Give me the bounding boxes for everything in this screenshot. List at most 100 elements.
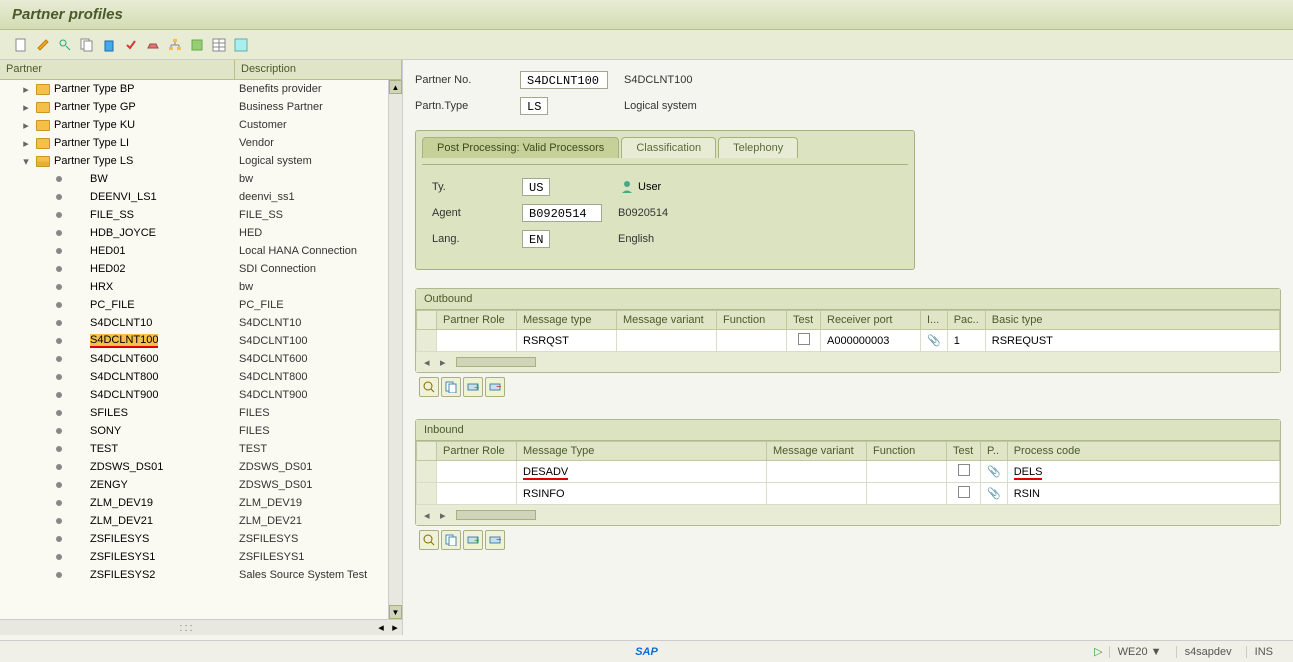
tree-item-row[interactable]: HRX bw: [0, 278, 388, 296]
expander-icon[interactable]: ▸: [20, 101, 32, 114]
tree-type-row[interactable]: ▸ Partner Type GP Business Partner: [0, 98, 388, 116]
row-selector[interactable]: [417, 461, 437, 483]
tree-type-row[interactable]: ▸ Partner Type KU Customer: [0, 116, 388, 134]
tree-type-row[interactable]: ▸ Partner Type BP Benefits provider: [0, 80, 388, 98]
outbound-col-variant[interactable]: Message variant: [617, 311, 717, 330]
inbound-col-function[interactable]: Function: [867, 442, 947, 461]
expander-icon[interactable]: ▸: [20, 137, 32, 150]
tree-item-row[interactable]: ZSFILESYS2 Sales Source System Test: [0, 566, 388, 584]
tree-item-row[interactable]: HED02 SDI Connection: [0, 260, 388, 278]
tree-item-row[interactable]: BW bw: [0, 170, 388, 188]
cell-variant[interactable]: [617, 330, 717, 352]
tree-item-row[interactable]: S4DCLNT600 S4DCLNT600: [0, 350, 388, 368]
cell-basic[interactable]: RSREQUST: [985, 330, 1279, 352]
outbound-col-msgtype[interactable]: Message type: [517, 311, 617, 330]
edit-icon[interactable]: [34, 36, 52, 54]
hscroll-left-icon[interactable]: ◂: [374, 621, 388, 635]
cell-function[interactable]: [717, 330, 787, 352]
cell-function[interactable]: [867, 461, 947, 483]
tree-item-row[interactable]: HDB_JOYCE HED: [0, 224, 388, 242]
cell-role[interactable]: [437, 330, 517, 352]
remove-row-icon[interactable]: −: [485, 530, 505, 550]
tree-item-row[interactable]: FILE_SS FILE_SS: [0, 206, 388, 224]
tree-vscroll[interactable]: ▲ ▼: [388, 80, 402, 619]
layout-icon[interactable]: [232, 36, 250, 54]
cell-role[interactable]: [437, 461, 517, 483]
row-selector[interactable]: [417, 330, 437, 352]
cell-function[interactable]: [867, 483, 947, 505]
play-icon[interactable]: ▷: [1094, 645, 1102, 658]
inbound-col-msgtype[interactable]: Message Type: [517, 442, 767, 461]
cell-role[interactable]: [437, 483, 517, 505]
status-tcode[interactable]: WE20 ▼: [1109, 646, 1170, 658]
scroll-left-icon[interactable]: ◂: [424, 509, 436, 521]
agent-input[interactable]: B0920514: [522, 204, 602, 222]
remove-row-icon[interactable]: −: [485, 377, 505, 397]
export-icon[interactable]: [188, 36, 206, 54]
outbound-col-pac[interactable]: Pac..: [947, 311, 985, 330]
tab-classification[interactable]: Classification: [621, 137, 716, 158]
scroll-up-icon[interactable]: ▲: [389, 80, 402, 94]
tree-item-row[interactable]: S4DCLNT10 S4DCLNT10: [0, 314, 388, 332]
detail-icon[interactable]: [419, 530, 439, 550]
outbound-col-function[interactable]: Function: [717, 311, 787, 330]
attach-icon[interactable]: 📎: [981, 461, 1008, 483]
tree-item-row[interactable]: ZSFILESYS ZSFILESYS: [0, 530, 388, 548]
expander-icon[interactable]: ▸: [20, 83, 32, 96]
outbound-scroll[interactable]: ◂ ▸: [416, 352, 1280, 372]
cell-test[interactable]: [947, 461, 981, 483]
cell-port[interactable]: A000000003: [821, 330, 921, 352]
tree-item-row[interactable]: ZLM_DEV19 ZLM_DEV19: [0, 494, 388, 512]
expander-icon[interactable]: ▸: [20, 119, 32, 132]
expander-icon[interactable]: ▾: [20, 155, 32, 168]
partner-no-input[interactable]: S4DCLNT100: [520, 71, 608, 89]
transport-icon[interactable]: [144, 36, 162, 54]
tree-body[interactable]: ▸ Partner Type BP Benefits provider ▸ Pa…: [0, 80, 388, 619]
table-row[interactable]: RSINFO 📎 RSIN: [417, 483, 1280, 505]
inbound-col-role[interactable]: Partner Role: [437, 442, 517, 461]
tab-post-processing[interactable]: Post Processing: Valid Processors: [422, 137, 619, 158]
cell-msgtype[interactable]: RSINFO: [517, 483, 767, 505]
tree-hscroll[interactable]: ::: ◂ ▸: [0, 619, 402, 635]
inbound-col-test[interactable]: Test: [947, 442, 981, 461]
scroll-down-icon[interactable]: ▼: [389, 605, 402, 619]
cell-test[interactable]: [787, 330, 821, 352]
checkbox[interactable]: [958, 464, 970, 476]
tree-item-row[interactable]: SFILES FILES: [0, 404, 388, 422]
status-mode[interactable]: INS: [1246, 646, 1281, 658]
table-row[interactable]: RSRQST A000000003 📎 1 RSREQUST: [417, 330, 1280, 352]
scroll-right-icon[interactable]: ▸: [440, 356, 452, 368]
cell-pac[interactable]: 1: [947, 330, 985, 352]
cell-proc[interactable]: DELS: [1007, 461, 1279, 483]
tree-col-description[interactable]: Description: [235, 60, 402, 79]
inbound-col-variant[interactable]: Message variant: [767, 442, 867, 461]
tree-type-row[interactable]: ▾ Partner Type LS Logical system: [0, 152, 388, 170]
spreadsheet-icon[interactable]: [210, 36, 228, 54]
new-icon[interactable]: [12, 36, 30, 54]
add-row-icon[interactable]: +: [463, 530, 483, 550]
cell-msgtype[interactable]: DESADV: [517, 461, 767, 483]
cell-variant[interactable]: [767, 483, 867, 505]
tree-item-row[interactable]: SONY FILES: [0, 422, 388, 440]
status-system[interactable]: s4sapdev: [1176, 646, 1240, 658]
inbound-scroll[interactable]: ◂ ▸: [416, 505, 1280, 525]
tree-item-row[interactable]: ZLM_DEV21 ZLM_DEV21: [0, 512, 388, 530]
cell-variant[interactable]: [767, 461, 867, 483]
outbound-col-basic[interactable]: Basic type: [985, 311, 1279, 330]
tab-telephony[interactable]: Telephony: [718, 137, 798, 158]
row-selector[interactable]: [417, 483, 437, 505]
tree-item-row[interactable]: S4DCLNT800 S4DCLNT800: [0, 368, 388, 386]
copy-row-icon[interactable]: [441, 377, 461, 397]
scroll-track[interactable]: [456, 357, 536, 367]
outbound-col-role[interactable]: Partner Role: [437, 311, 517, 330]
tree-item-row[interactable]: DEENVI_LS1 deenvi_ss1: [0, 188, 388, 206]
inbound-col-p[interactable]: P..: [981, 442, 1008, 461]
tree-item-row[interactable]: ZDSWS_DS01 ZDSWS_DS01: [0, 458, 388, 476]
hierarchy-icon[interactable]: [166, 36, 184, 54]
detail-icon[interactable]: [419, 377, 439, 397]
attach-icon[interactable]: 📎: [981, 483, 1008, 505]
copy-icon[interactable]: [78, 36, 96, 54]
checkbox[interactable]: [798, 333, 810, 345]
delete-icon[interactable]: [100, 36, 118, 54]
attach-icon[interactable]: 📎: [921, 330, 948, 352]
